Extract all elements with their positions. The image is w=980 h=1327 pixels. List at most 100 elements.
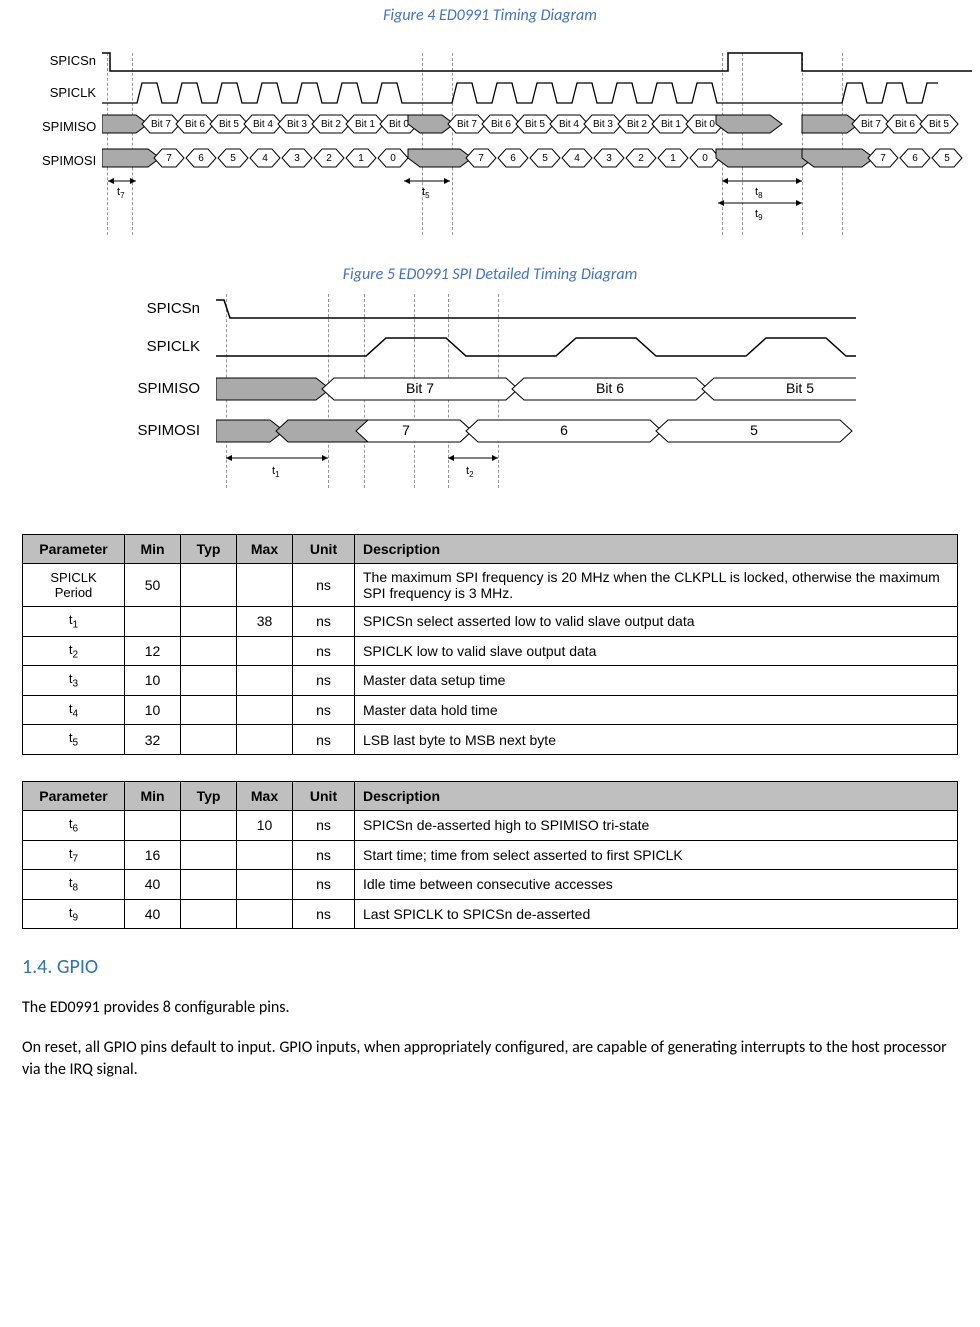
cell-parameter: t4 — [23, 695, 125, 725]
svg-text:t8: t8 — [755, 186, 763, 200]
cell-desc: Start time; time from select asserted to… — [355, 840, 958, 870]
svg-text:Bit 7: Bit 7 — [861, 119, 881, 130]
signal-label-spiclk: SPICLK — [130, 338, 200, 355]
svg-text:Bit 7: Bit 7 — [151, 119, 171, 130]
signal-label-spimiso: SPIMISO — [42, 119, 96, 134]
cell-typ — [181, 636, 237, 666]
body-paragraph-2: On reset, all GPIO pins default to input… — [22, 1037, 958, 1080]
th-min: Min — [125, 535, 181, 564]
table-row: SPICLK Period50nsThe maximum SPI frequen… — [23, 564, 958, 607]
svg-text:t7: t7 — [117, 186, 125, 200]
cell-parameter: t3 — [23, 666, 125, 696]
th-desc: Description — [355, 781, 958, 810]
cell-parameter: t9 — [23, 899, 125, 929]
svg-text:1: 1 — [670, 153, 676, 164]
th-desc: Description — [355, 535, 958, 564]
cell-min: 50 — [125, 564, 181, 607]
svg-text:1: 1 — [358, 153, 364, 164]
cell-parameter: t6 — [23, 810, 125, 840]
svg-text:2: 2 — [326, 153, 332, 164]
cell-desc: Master data setup time — [355, 666, 958, 696]
signal-label-spicsn: SPICSn — [42, 53, 96, 68]
cell-max — [237, 725, 293, 755]
svg-text:3: 3 — [606, 153, 612, 164]
cell-desc: SPICSn de-asserted high to SPIMISO tri-s… — [355, 810, 958, 840]
signal-label-spicsn: SPICSn — [130, 300, 200, 317]
cell-min: 16 — [125, 840, 181, 870]
spiclk-waveform — [102, 79, 938, 111]
th-parameter: Parameter — [23, 535, 125, 564]
cell-parameter: t8 — [23, 870, 125, 900]
svg-text:t6: t6 — [742, 175, 750, 176]
figure-5-caption: Figure 5 ED0991 SPI Detailed Timing Diag… — [22, 265, 958, 284]
cell-max — [237, 899, 293, 929]
cell-unit: ns — [293, 810, 355, 840]
svg-text:Bit 6: Bit 6 — [596, 380, 624, 396]
svg-text:Bit 5: Bit 5 — [786, 380, 814, 396]
cell-typ — [181, 870, 237, 900]
table-row: t840nsIdle time between consecutive acce… — [23, 870, 958, 900]
svg-text:Bit 5: Bit 5 — [219, 119, 239, 130]
svg-text:Bit 3: Bit 3 — [593, 119, 613, 130]
cell-max — [237, 666, 293, 696]
svg-text:5: 5 — [750, 422, 758, 438]
th-min: Min — [125, 781, 181, 810]
signal-label-spimosi: SPIMOSI — [130, 422, 200, 439]
cell-typ — [181, 695, 237, 725]
svg-text:0: 0 — [390, 153, 396, 164]
svg-text:Bit 4: Bit 4 — [559, 119, 579, 130]
cell-typ — [181, 564, 237, 607]
cell-unit: ns — [293, 607, 355, 637]
body-paragraph-1: The ED0991 provides 8 configurable pins. — [22, 997, 958, 1019]
cell-unit: ns — [293, 840, 355, 870]
th-unit: Unit — [293, 781, 355, 810]
svg-text:6: 6 — [912, 153, 918, 164]
svg-text:5: 5 — [230, 153, 236, 164]
cell-parameter: SPICLK Period — [23, 564, 125, 607]
svg-text:Bit 1: Bit 1 — [661, 119, 681, 130]
cell-unit: ns — [293, 636, 355, 666]
table-header-row: Parameter Min Typ Max Unit Description — [23, 781, 958, 810]
svg-text:Bit 0: Bit 0 — [389, 119, 409, 130]
figure-5-timing-diagram: SPICSn SPICLK SPIMISO Bit 7Bit 6Bit 5 SP… — [130, 294, 850, 514]
svg-text:t5: t5 — [422, 186, 430, 200]
cell-max — [237, 636, 293, 666]
svg-text:t2: t2 — [466, 465, 474, 479]
th-typ: Typ — [181, 535, 237, 564]
cell-max — [237, 564, 293, 607]
table-row: t212nsSPICLK low to valid slave output d… — [23, 636, 958, 666]
figure-4-caption: Figure 4 ED0991 Timing Diagram — [22, 6, 958, 25]
section-number: 1.4. — [22, 955, 52, 979]
cell-typ — [181, 899, 237, 929]
cell-min: 40 — [125, 870, 181, 900]
cell-min: 32 — [125, 725, 181, 755]
cell-max — [237, 870, 293, 900]
dimension-callouts: t7 t5 t8 t6 t9 — [102, 175, 972, 225]
cell-unit: ns — [293, 725, 355, 755]
table-row: t138nsSPICSn select asserted low to vali… — [23, 607, 958, 637]
table-row: t410nsMaster data hold time — [23, 695, 958, 725]
svg-text:4: 4 — [574, 153, 580, 164]
th-parameter: Parameter — [23, 781, 125, 810]
svg-text:6: 6 — [198, 153, 204, 164]
cell-unit: ns — [293, 899, 355, 929]
svg-text:Bit 6: Bit 6 — [895, 119, 915, 130]
cell-parameter: t1 — [23, 607, 125, 637]
table-row: t610nsSPICSn de-asserted high to SPIMISO… — [23, 810, 958, 840]
timing-parameters-table-1: Parameter Min Typ Max Unit Description S… — [22, 534, 958, 755]
cell-unit: ns — [293, 564, 355, 607]
cell-max — [237, 840, 293, 870]
cell-typ — [181, 840, 237, 870]
svg-text:Bit 6: Bit 6 — [491, 119, 511, 130]
cell-unit: ns — [293, 666, 355, 696]
table-header-row: Parameter Min Typ Max Unit Description — [23, 535, 958, 564]
th-max: Max — [237, 781, 293, 810]
svg-text:Bit 0: Bit 0 — [695, 119, 715, 130]
svg-text:6: 6 — [510, 153, 516, 164]
signal-label-spimosi: SPIMOSI — [42, 153, 96, 168]
cell-max: 38 — [237, 607, 293, 637]
cell-typ — [181, 810, 237, 840]
svg-text:Bit 4: Bit 4 — [253, 119, 273, 130]
cell-desc: Idle time between consecutive accesses — [355, 870, 958, 900]
table-row: t532nsLSB last byte to MSB next byte — [23, 725, 958, 755]
